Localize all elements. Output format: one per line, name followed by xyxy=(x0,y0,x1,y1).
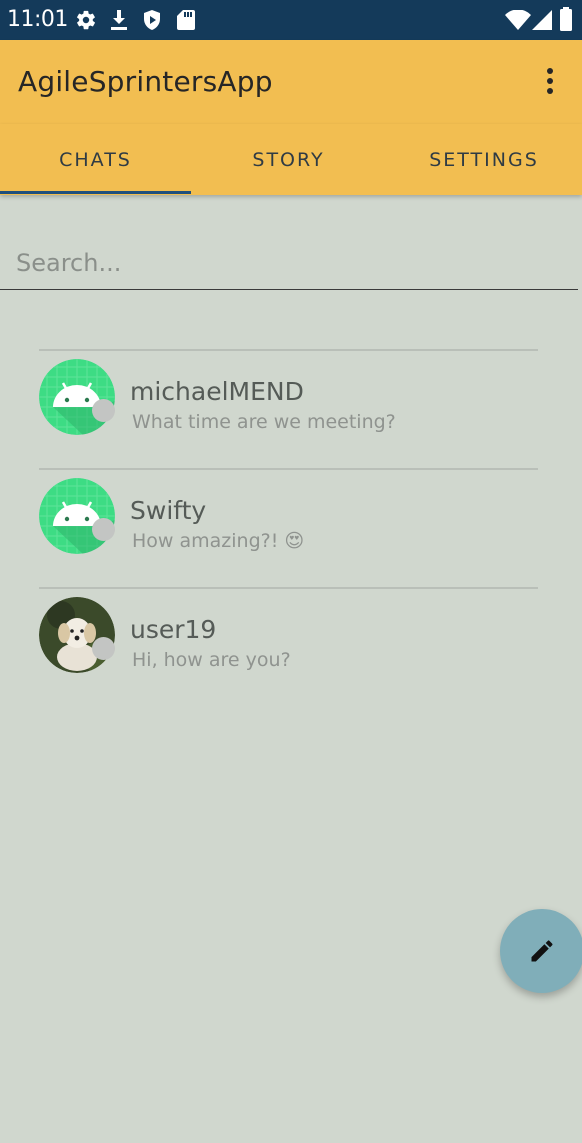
app-title: AgileSprintersApp xyxy=(18,65,273,98)
status-dot xyxy=(92,399,115,422)
download-icon xyxy=(111,10,127,30)
dog-photo-avatar-icon xyxy=(39,597,115,673)
overflow-menu-icon xyxy=(547,68,553,94)
tab-chats[interactable]: CHATS xyxy=(0,124,191,195)
avatar xyxy=(39,359,115,435)
avatar xyxy=(39,597,115,673)
avatar xyxy=(39,478,115,554)
chat-item-michaelmend[interactable]: michaelMEND What time are we meeting? xyxy=(39,351,538,469)
tab-story[interactable]: STORY xyxy=(191,124,386,195)
pencil-icon xyxy=(531,940,553,962)
status-time: 11:01 xyxy=(7,7,68,32)
tab-bar: CHATS STORY SETTINGS xyxy=(0,124,582,195)
chat-last-message: Hi, how are you? xyxy=(132,649,291,671)
chat-item-user19[interactable]: user19 Hi, how are you? xyxy=(39,589,538,707)
search-input[interactable] xyxy=(0,236,578,290)
status-dot xyxy=(92,518,115,541)
tab-settings[interactable]: SETTINGS xyxy=(386,124,582,195)
status-bar: 11:01 xyxy=(0,0,582,40)
overflow-menu-button[interactable] xyxy=(534,64,566,100)
chat-name: Swifty xyxy=(130,496,207,525)
chat-item-swifty[interactable]: Swifty How amazing?! 😍 xyxy=(39,470,538,588)
gear-icon xyxy=(77,10,95,30)
chat-last-message: How amazing?! 😍 xyxy=(132,530,305,552)
android-avatar-icon xyxy=(39,478,115,554)
status-dot xyxy=(92,637,115,660)
tab-active-indicator xyxy=(0,191,191,194)
battery-icon xyxy=(560,7,572,31)
shield-icon xyxy=(144,10,160,30)
chat-name: user19 xyxy=(130,615,217,644)
signal-icon xyxy=(532,10,552,30)
sd-card-icon xyxy=(177,10,195,30)
new-chat-fab-button[interactable] xyxy=(500,909,582,993)
app-bar: AgileSprintersApp xyxy=(0,40,582,124)
android-avatar-icon xyxy=(39,359,115,435)
wifi-icon xyxy=(505,10,531,30)
chat-last-message: What time are we meeting? xyxy=(132,411,396,433)
chat-name: michaelMEND xyxy=(130,377,304,406)
